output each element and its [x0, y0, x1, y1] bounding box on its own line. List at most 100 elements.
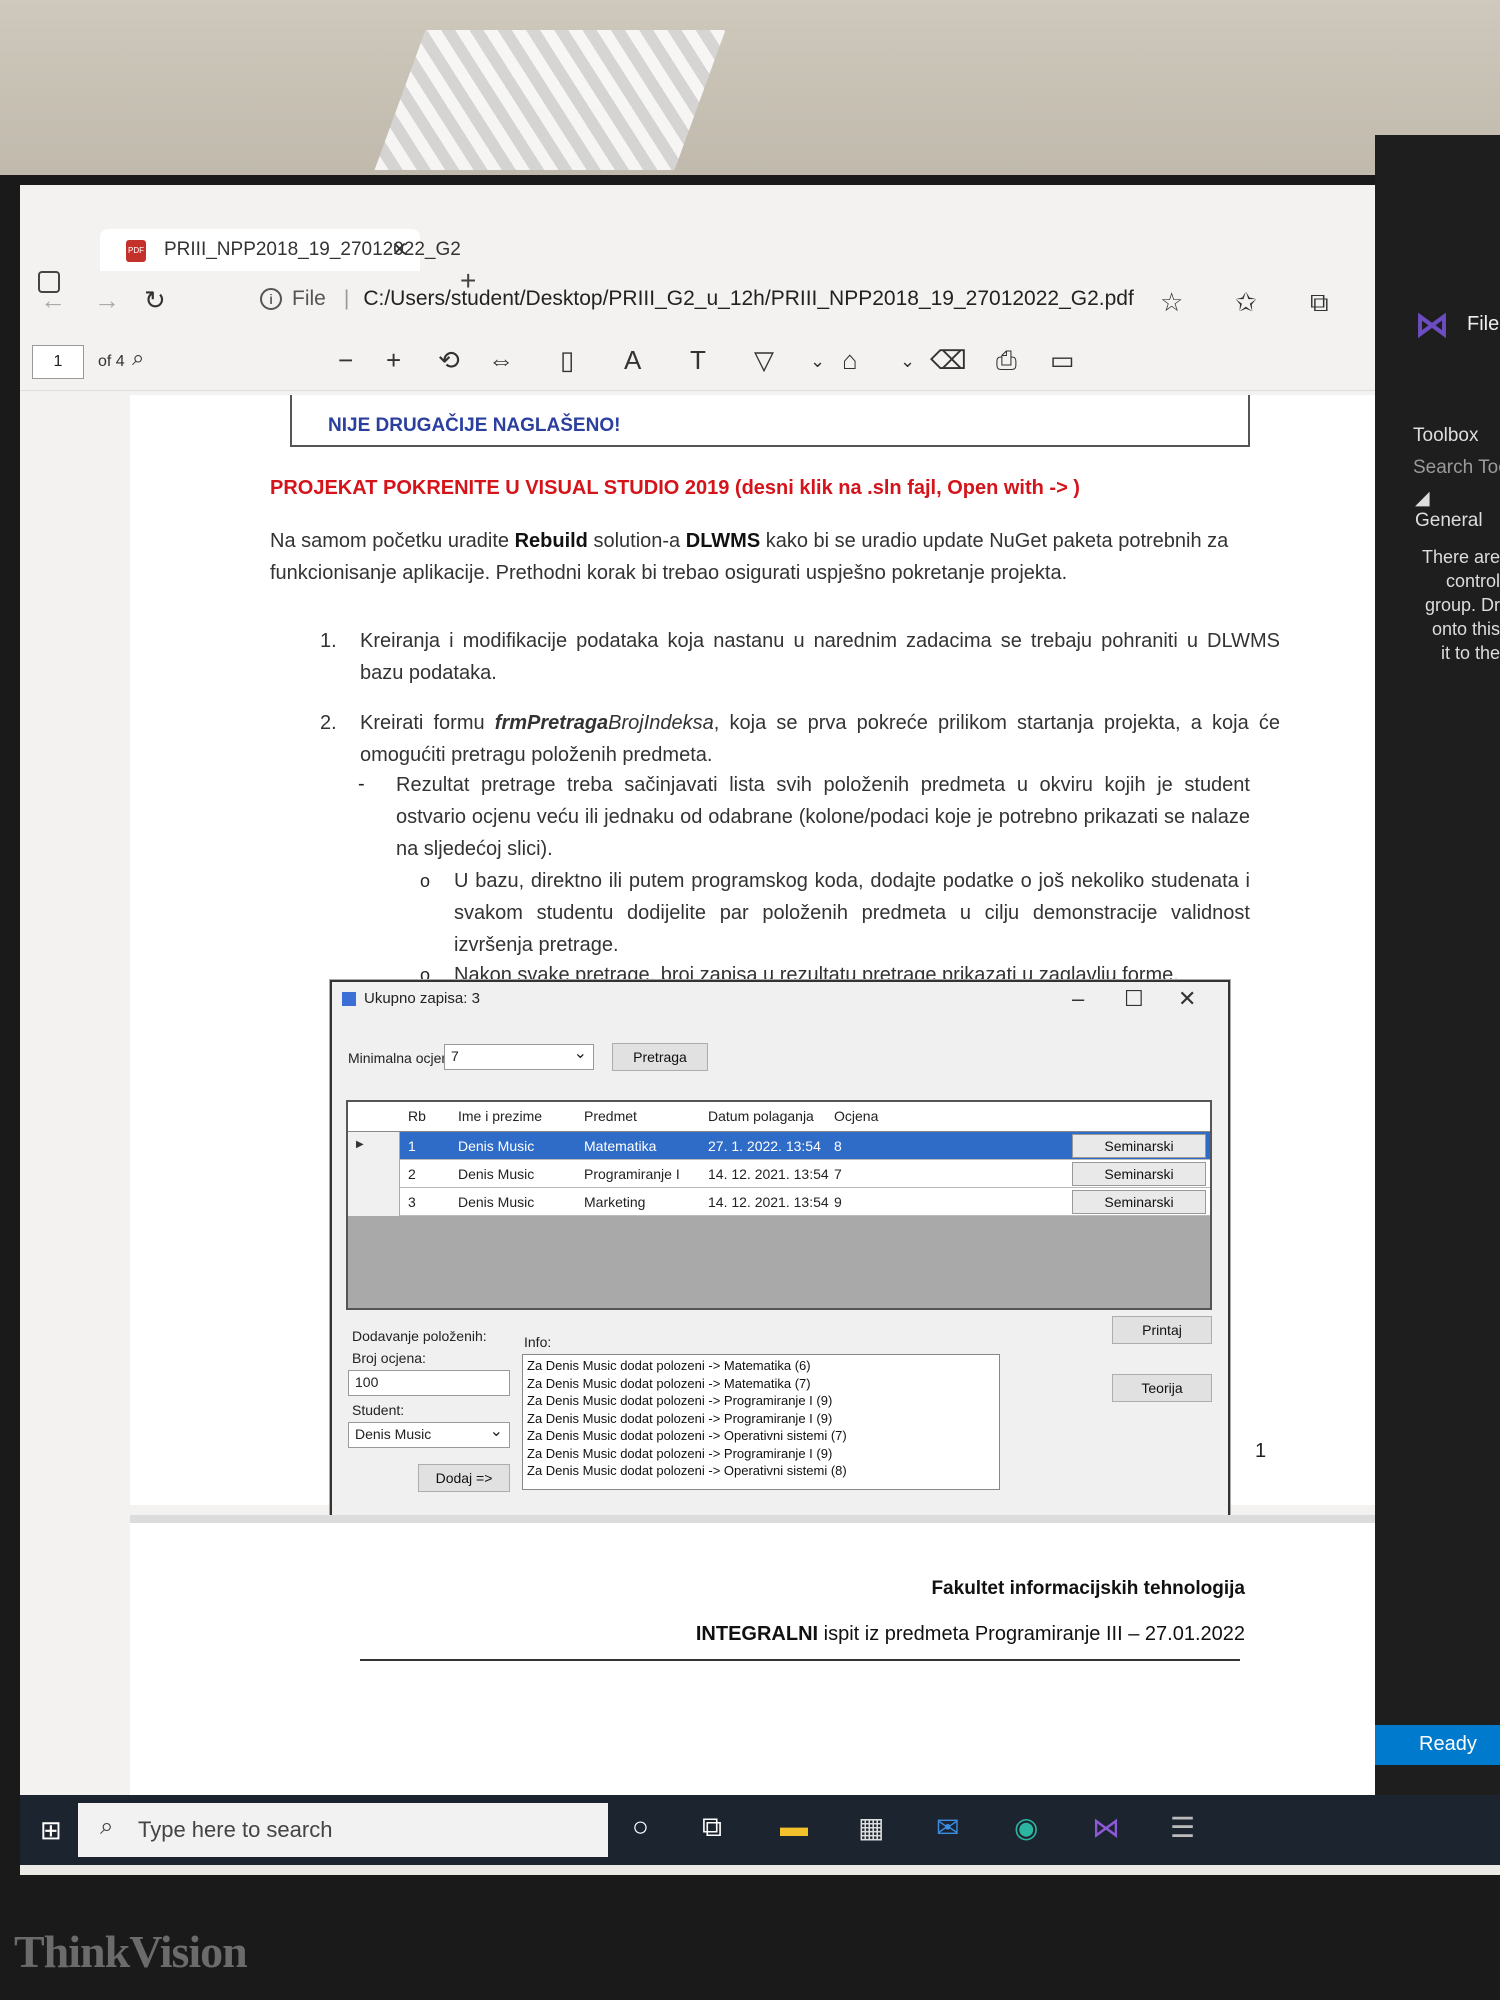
store-icon[interactable]: ▦ — [858, 1811, 884, 1844]
page-number-input[interactable]: 1 — [32, 345, 84, 379]
save-icon[interactable]: ▭ — [1050, 345, 1075, 376]
row-selector[interactable] — [348, 1188, 400, 1216]
cell-rb: 2 — [408, 1166, 416, 1182]
database-icon[interactable]: ☰ — [1170, 1811, 1195, 1844]
screen: PDF PRIII_NPP2018_19_27012022_G2 ✕ + ← →… — [20, 135, 1500, 1875]
windows-start-icon[interactable]: ⊞ — [40, 1815, 62, 1846]
list-item[interactable]: Za Denis Music dodat polozeni -> Operati… — [527, 1462, 995, 1480]
rotate-icon[interactable]: ⟲ — [438, 345, 460, 376]
chevron-down-icon[interactable]: ⌄ — [810, 351, 825, 372]
draw-icon[interactable]: ▽ — [754, 345, 774, 376]
favorites-icon[interactable]: ✩ — [1235, 287, 1257, 318]
list-item[interactable]: Za Denis Music dodat polozeni -> Matemat… — [527, 1375, 995, 1393]
forward-icon[interactable]: → — [94, 285, 120, 316]
close-icon[interactable]: ✕ — [1178, 986, 1196, 1012]
info-listbox[interactable]: Za Denis Music dodat polozeni -> Matemat… — [522, 1354, 1000, 1490]
item-number: 1. — [320, 630, 337, 652]
list-item[interactable]: Za Denis Music dodat polozeni -> Program… — [527, 1410, 995, 1428]
url-bar[interactable]: i File | C:/Users/student/Desktop/PRIII_G2_… — [260, 287, 1160, 323]
search-placeholder: Type here to search — [138, 1817, 333, 1842]
table-row[interactable]: ▶ 1 Denis Music Matematika 27. 1. 2022. … — [348, 1132, 1210, 1160]
student-combo[interactable]: Denis Music — [348, 1421, 510, 1448]
file-explorer-icon[interactable]: ▬ — [780, 1811, 808, 1843]
back-icon[interactable]: ← — [40, 285, 66, 316]
text-icon[interactable]: T — [690, 345, 706, 376]
chevron-down-icon[interactable]: ⌄ — [900, 351, 915, 372]
info-icon[interactable]: i — [260, 288, 282, 311]
general-group[interactable]: ◢ General — [1415, 487, 1500, 532]
count-input[interactable]: 100 — [348, 1370, 510, 1396]
read-aloud-icon[interactable]: A — [624, 345, 641, 376]
highlight-icon[interactable]: ⌂ — [842, 345, 858, 376]
grid-header: Rb Ime i prezime Predmet Datum polaganja… — [348, 1102, 1210, 1132]
tab-bar: PDF PRIII_NPP2018_19_27012022_G2 ✕ + — [20, 225, 1375, 296]
address-bar-row: ← → ↻ i File | C:/Users/student/Desktop/PRI… — [20, 277, 1375, 333]
sub-item-text: Rezultat pretrage treba sačinjavati list… — [396, 774, 1250, 860]
table-row[interactable]: 2 Denis Music Programiranje I 14. 12. 20… — [348, 1160, 1210, 1188]
item-text-part: Kreirati formu — [360, 712, 495, 734]
cell-grade: 9 — [834, 1194, 842, 1210]
file-menu[interactable]: File — [1467, 313, 1499, 336]
hint-line: control — [1445, 571, 1500, 591]
dash-bullet: - — [358, 773, 365, 795]
row-selector[interactable] — [348, 1160, 400, 1188]
tab-title: PRIII_NPP2018_19_27012022_G2 — [164, 239, 461, 260]
boxed-notice: NIJE DRUGAČIJE NAGLAŠENO! — [290, 395, 1250, 447]
list-item[interactable]: Za Denis Music dodat polozeni -> Program… — [527, 1392, 995, 1410]
list-item[interactable]: Za Denis Music dodat polozeni -> Program… — [527, 1445, 995, 1463]
col-header[interactable]: Rb — [408, 1108, 426, 1124]
print-icon[interactable]: ⎙ — [996, 345, 1017, 377]
erase-icon[interactable]: ⌫ — [930, 345, 967, 376]
cell-rb: 1 — [408, 1138, 416, 1154]
col-header[interactable]: Ocjena — [834, 1108, 878, 1124]
taskbar: ⊞ ⌕ Type here to search ○ ⧉ ▬ ▦ ✉ ◉ ⋈ ☰ — [20, 1795, 1500, 1865]
col-header[interactable]: Predmet — [584, 1108, 637, 1124]
maximize-icon[interactable]: ☐ — [1124, 986, 1144, 1012]
seminar-button[interactable]: Seminarski — [1072, 1162, 1206, 1186]
zoom-out-icon[interactable]: − — [338, 345, 353, 376]
toolbox-hint: There are control group. Dr onto this it… — [1407, 545, 1500, 665]
search-button[interactable]: Pretraga — [612, 1043, 708, 1071]
min-grade-combo[interactable]: 7 — [444, 1043, 594, 1070]
theory-button[interactable]: Teorija — [1112, 1374, 1212, 1402]
mail-icon[interactable]: ✉ — [936, 1811, 959, 1844]
cell-date: 14. 12. 2021. 13:54 — [708, 1194, 829, 1210]
edge-icon[interactable]: ◉ — [1014, 1811, 1038, 1844]
favorite-add-icon[interactable]: ☆ — [1160, 287, 1183, 318]
hint-line: onto this — [1431, 619, 1500, 639]
toolbox-search[interactable]: Search Tool — [1413, 457, 1500, 479]
search-icon[interactable]: ⌕ — [132, 345, 144, 371]
visual-studio-icon[interactable]: ⋈ — [1092, 1811, 1120, 1844]
collections-icon[interactable]: ⧉ — [1310, 287, 1329, 319]
add-button[interactable]: Dodaj => — [418, 1464, 510, 1492]
visual-studio-logo-icon: ⋈ — [1415, 306, 1449, 344]
item-text: Kreirati formu frmPretragaBrojIndeksa, k… — [360, 707, 1280, 771]
print-button[interactable]: Printaj — [1112, 1316, 1212, 1344]
minimize-icon[interactable]: – — [1072, 986, 1084, 1012]
sub-sub-item-text: U bazu, direktno ili putem programskog k… — [454, 870, 1250, 956]
list-item[interactable]: Za Denis Music dodat polozeni -> Matemat… — [527, 1357, 995, 1375]
table-row[interactable]: 3 Denis Music Marketing 14. 12. 2021. 13… — [348, 1188, 1210, 1216]
col-header[interactable]: Datum polaganja — [708, 1108, 814, 1124]
list-item[interactable]: Za Denis Music dodat polozeni -> Operati… — [527, 1427, 995, 1445]
add-section-label: Dodavanje položenih: — [352, 1328, 487, 1344]
taskbar-search[interactable]: ⌕ Type here to search — [78, 1803, 608, 1857]
seminar-button[interactable]: Seminarski — [1072, 1190, 1206, 1214]
cortana-icon[interactable]: ○ — [632, 1811, 649, 1843]
exam-subject: ispit iz predmeta Programiranje III – 27… — [818, 1623, 1245, 1645]
reload-icon[interactable]: ↻ — [144, 285, 166, 316]
divider — [360, 1659, 1240, 1661]
fit-width-icon[interactable]: ⇔ — [488, 345, 514, 376]
zoom-in-icon[interactable]: + — [386, 345, 401, 376]
seminar-button[interactable]: Seminarski — [1072, 1134, 1206, 1158]
hint-line: There are — [1421, 547, 1500, 567]
close-tab-icon[interactable]: ✕ — [391, 237, 408, 262]
col-header[interactable]: Ime i prezime — [458, 1108, 542, 1124]
task-view-icon[interactable]: ⧉ — [702, 1811, 722, 1844]
item-number: 2. — [320, 712, 337, 734]
tab-pdf[interactable]: PDF PRIII_NPP2018_19_27012022_G2 ✕ — [100, 229, 461, 271]
row-selector-icon[interactable]: ▶ — [348, 1132, 400, 1160]
form-title-text: Ukupno zapisa: 3 — [364, 990, 480, 1007]
page-view-icon[interactable]: ▯ — [560, 345, 574, 376]
hint-line: group. Dr — [1424, 595, 1500, 615]
